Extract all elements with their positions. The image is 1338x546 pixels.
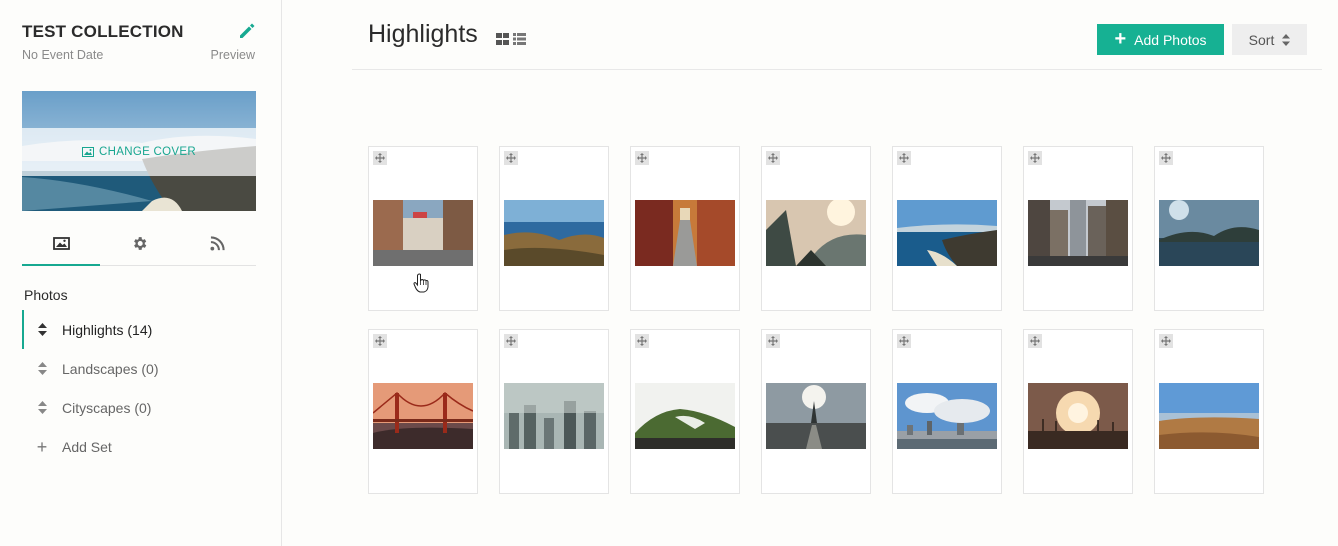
drag-handle-icon[interactable] xyxy=(504,151,518,165)
coastal-cliff-photo[interactable] xyxy=(504,200,604,266)
add-photos-label: Add Photos xyxy=(1134,31,1207,48)
misty-mountain-photo[interactable] xyxy=(766,200,866,266)
list-view-icon[interactable] xyxy=(513,33,526,45)
sort-button[interactable]: Sort xyxy=(1232,24,1307,55)
change-cover-overlay[interactable]: CHANGE COVER xyxy=(22,128,256,176)
sort-handle-icon[interactable] xyxy=(36,362,48,375)
set-label: Landscapes (0) xyxy=(62,360,159,377)
photo-card[interactable] xyxy=(761,329,871,494)
rss-icon xyxy=(209,236,225,251)
photo-card[interactable] xyxy=(368,146,478,311)
drag-handle-icon[interactable] xyxy=(1159,151,1173,165)
view-toggle xyxy=(496,33,526,45)
drag-handle-icon[interactable] xyxy=(504,334,518,348)
photo-card[interactable] xyxy=(1023,329,1133,494)
sidebar: TEST COLLECTION No Event Date Preview CH… xyxy=(0,0,282,546)
city-skyline-clouds-photo[interactable] xyxy=(897,383,997,449)
photo-card[interactable] xyxy=(1154,329,1264,494)
photo-card[interactable] xyxy=(1154,146,1264,311)
preview-link[interactable]: Preview xyxy=(211,48,255,62)
narrow-street-photo[interactable] xyxy=(635,200,735,266)
set-list: Highlights (14) Landscapes (0) Cityscape… xyxy=(22,310,262,466)
image-icon xyxy=(52,237,70,250)
collection-title: TEST COLLECTION xyxy=(22,22,184,41)
green-hill-photo[interactable] xyxy=(635,383,735,449)
sunset-field-photo[interactable] xyxy=(1028,383,1128,449)
add-set-button[interactable]: + Add Set xyxy=(22,427,262,466)
drag-handle-icon[interactable] xyxy=(1028,151,1042,165)
set-item-cityscapes[interactable]: Cityscapes (0) xyxy=(22,388,262,427)
tab-rss[interactable] xyxy=(178,222,256,265)
page-title: Highlights xyxy=(368,20,478,48)
drag-handle-icon[interactable] xyxy=(373,151,387,165)
image-icon xyxy=(82,147,95,157)
lake-mountain-photo[interactable] xyxy=(1159,200,1259,266)
tab-photos[interactable] xyxy=(22,222,100,266)
street-alley-photo[interactable] xyxy=(373,200,473,266)
photo-card[interactable] xyxy=(1023,146,1133,311)
tab-settings[interactable] xyxy=(100,222,178,265)
event-date: No Event Date xyxy=(22,48,104,62)
drag-handle-icon[interactable] xyxy=(897,334,911,348)
desert-landscape-photo[interactable] xyxy=(1159,383,1259,449)
eiffel-tower-city-photo[interactable] xyxy=(766,383,866,449)
photo-card[interactable] xyxy=(630,146,740,311)
drag-handle-icon[interactable] xyxy=(897,151,911,165)
plus-icon: + xyxy=(1114,27,1127,50)
beach-coast-photo[interactable] xyxy=(897,200,997,266)
header-divider xyxy=(352,69,1322,70)
photo-card[interactable] xyxy=(499,146,609,311)
golden-gate-bridge-photo[interactable] xyxy=(373,383,473,449)
add-set-label: Add Set xyxy=(62,438,112,455)
set-item-landscapes[interactable]: Landscapes (0) xyxy=(22,349,262,388)
cover-image[interactable]: CHANGE COVER xyxy=(22,91,256,211)
drag-handle-icon[interactable] xyxy=(1028,334,1042,348)
sort-label: Sort xyxy=(1248,31,1275,48)
pencil-icon[interactable] xyxy=(238,22,256,40)
drag-handle-icon[interactable] xyxy=(635,334,649,348)
photo-card[interactable] xyxy=(761,146,871,311)
grid-view-icon[interactable] xyxy=(496,33,509,45)
change-cover-label: CHANGE COVER xyxy=(99,146,196,158)
city-buildings-photo[interactable] xyxy=(1028,200,1128,266)
set-label: Highlights (14) xyxy=(62,321,153,338)
sort-handle-icon[interactable] xyxy=(36,401,48,414)
plus-icon: + xyxy=(36,436,48,457)
sidebar-tabs xyxy=(22,222,256,266)
set-item-highlights[interactable]: Highlights (14) xyxy=(22,310,262,349)
photo-card[interactable] xyxy=(892,146,1002,311)
drag-handle-icon[interactable] xyxy=(766,334,780,348)
sort-arrows-icon xyxy=(1282,33,1291,46)
photos-heading: Photos xyxy=(24,287,68,303)
photo-card[interactable] xyxy=(368,329,478,494)
drag-handle-icon[interactable] xyxy=(1159,334,1173,348)
gear-icon xyxy=(133,237,146,250)
drag-handle-icon[interactable] xyxy=(766,151,780,165)
photo-card[interactable] xyxy=(499,329,609,494)
photo-card[interactable] xyxy=(630,329,740,494)
photo-card[interactable] xyxy=(892,329,1002,494)
drag-handle-icon[interactable] xyxy=(373,334,387,348)
set-label: Cityscapes (0) xyxy=(62,399,152,416)
add-photos-button[interactable]: + Add Photos xyxy=(1097,24,1224,55)
drag-handle-icon[interactable] xyxy=(635,151,649,165)
sort-handle-icon[interactable] xyxy=(36,323,48,336)
foggy-city-photo[interactable] xyxy=(504,383,604,449)
